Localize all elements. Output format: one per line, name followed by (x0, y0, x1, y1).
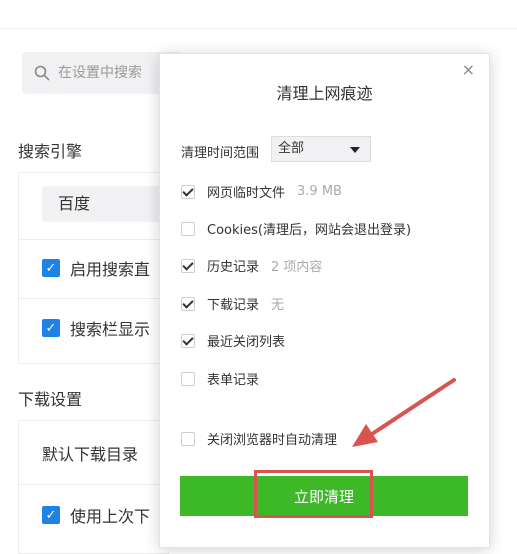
auto-clear-option[interactable]: 关闭浏览器时自动清理 (181, 429, 337, 448)
clear-now-button[interactable]: 立即清理 (180, 476, 468, 516)
checkbox-checked[interactable]: ✓ (42, 259, 60, 277)
option-detail: 3.9 MB (297, 184, 342, 199)
option-label: 下载记录 (207, 298, 260, 313)
checkbox-unchecked[interactable] (181, 431, 195, 446)
option-history[interactable]: 历史记录 2 项内容 (181, 256, 322, 275)
checkbox-checked[interactable]: ✓ (42, 319, 60, 337)
option-detail: 2 项内容 (271, 260, 323, 275)
option-label: 表单记录 (207, 373, 260, 388)
checkbox-unchecked[interactable] (181, 371, 195, 386)
checkbox-checked[interactable] (181, 333, 195, 348)
checkbox-checked[interactable] (181, 296, 195, 311)
time-range-select[interactable]: 全部 (271, 136, 371, 162)
dialog-title: 清理上网痕迹 (276, 84, 373, 103)
use-last-dir-option[interactable]: ✓ 使用上次下 (42, 503, 150, 527)
option-label: 网页临时文件 (207, 186, 286, 201)
clear-browsing-dialog: 清理上网痕迹 × 清理时间范围 全部 网页临时文件 3.9 MB Cookies… (159, 53, 490, 548)
option-form-data[interactable]: 表单记录 (181, 369, 259, 388)
enable-search-label: 启用搜索直 (70, 260, 151, 279)
enable-search-option[interactable]: ✓ 启用搜索直 (42, 256, 150, 280)
option-label: 历史记录 (207, 260, 260, 275)
checkbox-checked[interactable] (181, 184, 195, 199)
search-icon (34, 65, 50, 81)
option-downloads[interactable]: 下载记录 无 (181, 294, 284, 313)
panel-divider (18, 484, 168, 485)
searchbar-display-label: 搜索栏显示 (70, 320, 151, 339)
checkbox-checked[interactable] (181, 258, 195, 273)
caret-down-icon (350, 147, 360, 153)
time-range-value: 全部 (278, 141, 305, 156)
time-range-label: 清理时间范围 (181, 146, 260, 161)
panel-divider (18, 239, 168, 240)
search-engine-select[interactable]: 百度 (42, 186, 172, 222)
checkbox-unchecked[interactable] (181, 221, 195, 236)
settings-search-box[interactable] (22, 52, 182, 94)
option-label: 最近关闭列表 (207, 335, 286, 350)
top-divider (0, 28, 517, 29)
default-download-dir-label: 默认下载目录 (42, 445, 139, 464)
auto-clear-label: 关闭浏览器时自动清理 (207, 433, 338, 448)
use-last-dir-label: 使用上次下 (70, 507, 151, 526)
checkbox-checked[interactable]: ✓ (42, 506, 60, 524)
option-cookies[interactable]: Cookies(清理后，网站会退出登录) (181, 219, 411, 238)
searchbar-display-option[interactable]: ✓ 搜索栏显示 (42, 316, 150, 340)
download-section-title: 下载设置 (18, 390, 83, 409)
close-icon[interactable]: × (462, 62, 475, 78)
option-label: Cookies(清理后，网站会退出登录) (207, 223, 412, 238)
panel-divider (18, 298, 168, 299)
option-recently-closed[interactable]: 最近关闭列表 (181, 331, 285, 350)
search-engine-section-title: 搜索引擎 (18, 142, 83, 161)
option-temp-files[interactable]: 网页临时文件 3.9 MB (181, 182, 342, 201)
option-detail: 无 (271, 298, 285, 313)
